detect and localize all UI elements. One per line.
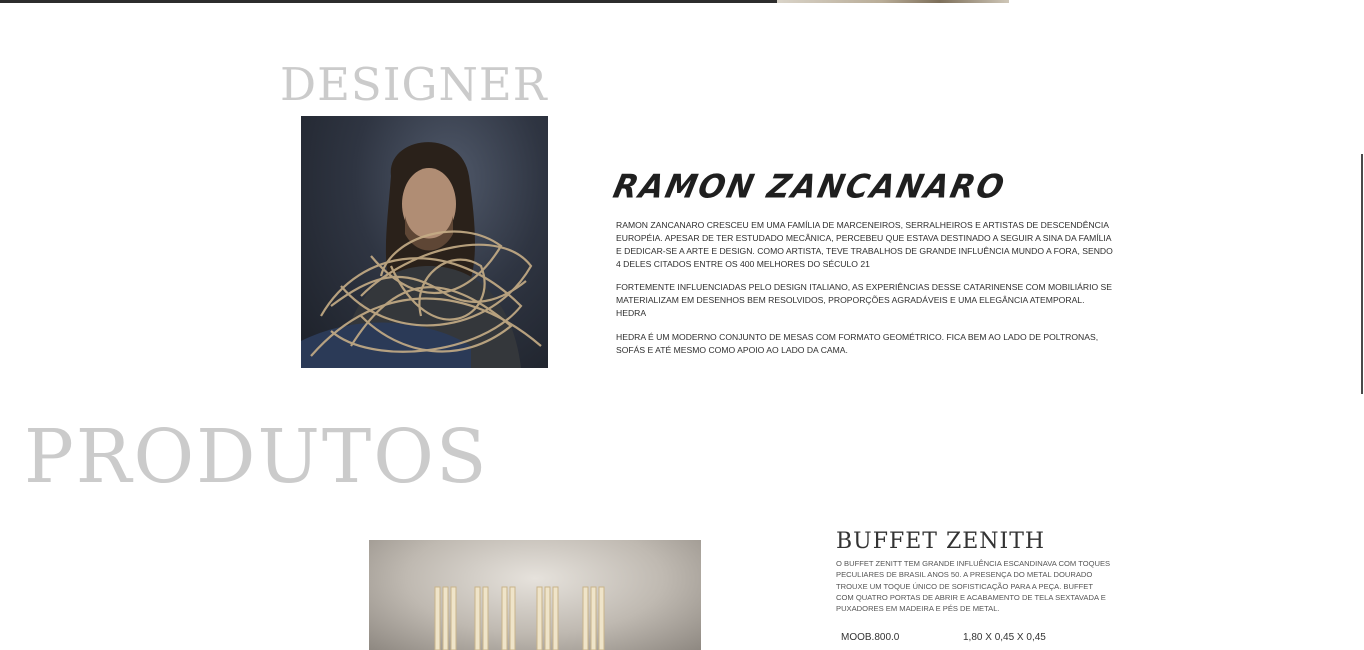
product-dimensions: 1,80 X 0,45 X 0,45: [963, 632, 1046, 643]
product-photo[interactable]: [369, 540, 701, 650]
designer-section-title: DESIGNER: [280, 58, 548, 111]
product-description: O BUFFET ZENITT TEM GRANDE INFLUÊNCIA ES…: [836, 559, 1111, 614]
designer-bio-paragraph: FORTEMENTE INFLUENCIADAS PELO DESIGN ITA…: [616, 282, 1112, 318]
designer-name: RAMON ZANCANARO: [609, 168, 1010, 206]
designer-bio-paragraph: RAMON ZANCANARO CRESCEU EM UMA FAMÍLIA D…: [616, 220, 1113, 269]
page-scrollbar[interactable]: [1360, 0, 1364, 643]
designer-photo: [301, 116, 548, 368]
designer-bio-paragraph: HEDRA É UM MODERNO CONJUNTO DE MESAS COM…: [616, 332, 1099, 355]
scrollbar-thumb[interactable]: [1361, 154, 1363, 394]
product-code: MOOB.800.0: [841, 632, 900, 643]
header-image-strip: [777, 0, 1009, 3]
top-divider-bar: [0, 0, 777, 3]
product-name[interactable]: BUFFET ZENITH: [836, 529, 1045, 554]
products-section-title: PRODUTOS: [24, 414, 489, 500]
